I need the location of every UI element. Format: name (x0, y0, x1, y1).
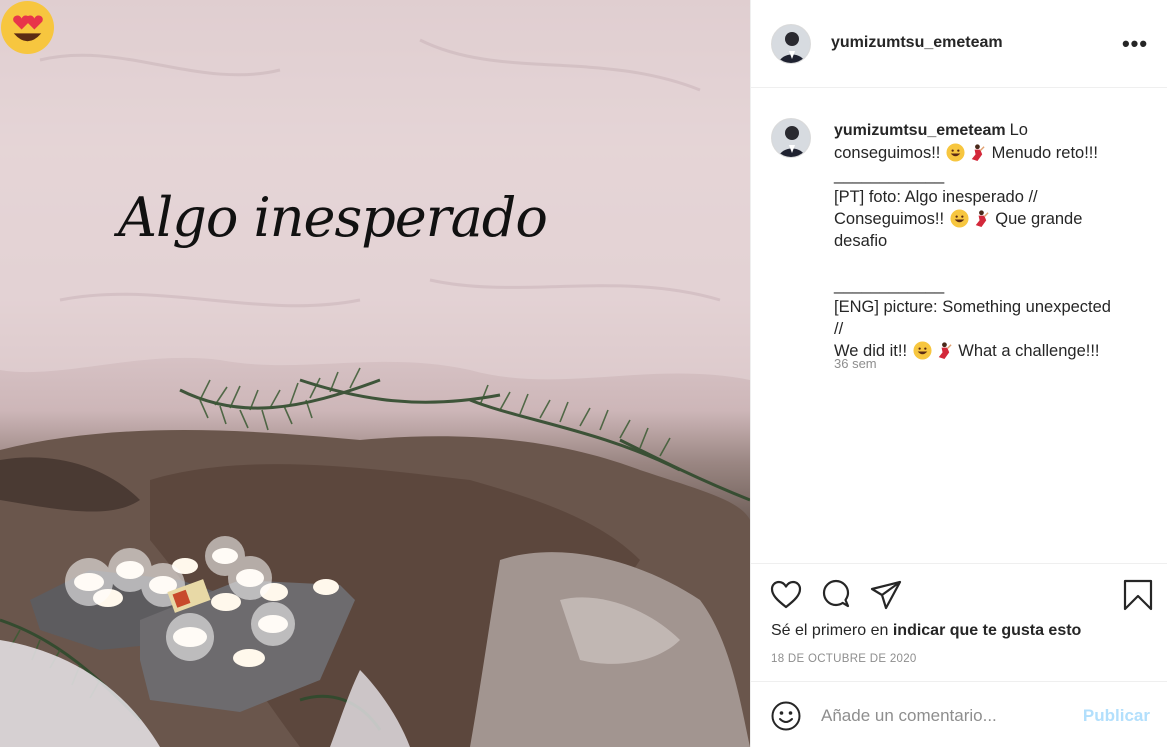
caption-text: What a challenge!!! (958, 342, 1100, 360)
heart-icon[interactable] (769, 578, 803, 612)
dancer-emoji-icon (975, 210, 989, 228)
add-comment-bar: Publicar (751, 681, 1167, 747)
likes-prefix: Sé el primero en (771, 622, 893, 639)
caption-text: [ENG] picture: Something unexpected (834, 298, 1111, 316)
dancer-emoji-icon (938, 342, 952, 360)
grinning-face-emoji-icon (913, 341, 932, 360)
post-date[interactable]: 18 DE OCTUBRE DE 2020 (771, 653, 917, 665)
more-options-icon[interactable]: ••• (1120, 30, 1150, 58)
caption-text: Menudo reto!!! (991, 144, 1098, 162)
post-caption: yumizumtsu_emeteam Lo conseguimos!! Menud… (834, 119, 1134, 362)
heart-eyes-emoji-icon (0, 0, 55, 55)
bookmark-icon[interactable] (1121, 578, 1155, 612)
publish-button[interactable]: Publicar (1083, 706, 1150, 726)
post-time-ago[interactable]: 36 sem (834, 356, 877, 371)
post-header: yumizumtsu_emeteam ••• (751, 0, 1167, 88)
dancer-emoji-icon (971, 144, 985, 162)
profile-photo-icon (772, 25, 810, 63)
header-username[interactable]: yumizumtsu_emeteam (831, 34, 1003, 52)
caption-text: Que grande (995, 210, 1083, 228)
caption-text: conseguimos!! (834, 144, 941, 162)
likes-summary: Sé el primero en indicar que te gusta es… (771, 622, 1081, 640)
comment-input[interactable] (821, 700, 1071, 732)
smiley-icon[interactable] (770, 700, 802, 732)
like-this-link[interactable]: indicar que te gusta esto (893, 622, 1081, 639)
avatar[interactable] (771, 24, 811, 64)
photo-scene (0, 0, 750, 747)
grinning-face-emoji-icon (946, 143, 965, 162)
caption-text: // (834, 320, 844, 338)
caption-divider: ____________ (834, 166, 945, 184)
comments-section: yumizumtsu_emeteam Lo conseguimos!! Menud… (751, 88, 1167, 563)
caption-avatar[interactable] (771, 118, 811, 158)
grinning-face-emoji-icon (950, 209, 969, 228)
photo-overlay-text: Algo inesperado (118, 186, 548, 249)
caption-text: desafio (834, 232, 888, 250)
post-photo[interactable]: Algo inesperado (0, 0, 750, 747)
caption-divider: ____________ (834, 276, 945, 294)
post-actions: Sé el primero en indicar que te gusta es… (751, 563, 1167, 681)
caption-text: [PT] foto: Algo inesperado // (834, 188, 1038, 206)
post-side-panel: yumizumtsu_emeteam ••• yumizumtsu_emetea… (750, 0, 1167, 747)
comment-icon[interactable] (819, 578, 853, 612)
profile-photo-icon (772, 119, 810, 157)
caption-text: Lo (1009, 121, 1028, 139)
paper-plane-icon[interactable] (869, 578, 903, 612)
caption-username[interactable]: yumizumtsu_emeteam (834, 122, 1006, 139)
caption-text: Conseguimos!! (834, 210, 945, 228)
